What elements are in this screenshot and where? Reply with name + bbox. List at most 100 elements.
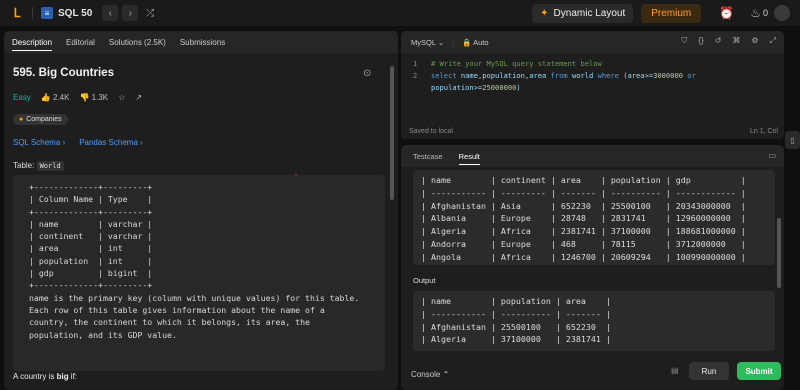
code-editor-panel: MySQL ⌄ | 🔒 Auto ⛉ {} ↺ ⌘ ⚙ ⤢ 1 # Write y… — [401, 31, 784, 139]
alarm-clock-icon[interactable]: ⏰ — [719, 6, 734, 20]
table-name-code: World — [36, 161, 64, 171]
definition-prefix: A country is — [13, 372, 57, 381]
avatar[interactable] — [774, 5, 790, 21]
schema-links: SQL Schema › Pandas Schema › — [13, 138, 143, 147]
code-line-1: 1 # Write your MySQL query statement belo… — [413, 58, 696, 70]
pandas-schema-link[interactable]: Pandas Schema › — [79, 138, 143, 147]
minimize-icon[interactable]: ▭ — [768, 151, 776, 160]
comment: # Write your MySQL query statement below — [431, 59, 602, 68]
input-table: | name | continent | area | population |… — [421, 175, 746, 262]
definition-suffix: if: — [68, 372, 78, 381]
lock-icon: 🔒 — [462, 37, 472, 47]
reset-icon[interactable]: ↺ — [715, 36, 722, 46]
run-button[interactable]: Run — [689, 362, 729, 380]
thumbs-up-icon: 👍 — [40, 93, 51, 102]
auto-mode[interactable]: 🔒 Auto — [462, 38, 488, 47]
problem-list-icon: ≡ — [41, 7, 53, 19]
streak-count: 0 — [762, 8, 768, 18]
note-icon[interactable]: ▤ — [671, 366, 679, 375]
columns: name,population,area — [456, 71, 551, 80]
code-area[interactable]: 1 # Write your MySQL query statement belo… — [413, 58, 696, 94]
like-button[interactable]: 👍 2.4K — [41, 93, 70, 102]
problem-meta: Easy 👍 2.4K 👎 1.3K ☆ ↗ — [13, 93, 142, 102]
share-icon[interactable]: ↗ — [135, 93, 142, 102]
code-line-2: 2 select name,population,area from world … — [413, 70, 696, 82]
divider: | — [452, 37, 455, 47]
gear-icon[interactable]: ⚙ — [751, 36, 758, 46]
cursor-position: Ln 1, Col — [749, 128, 778, 135]
description-scrollbar[interactable] — [390, 66, 394, 200]
companies-label: Companies — [26, 116, 62, 123]
dislike-button[interactable]: 👎 1.3K — [79, 93, 108, 102]
console-toggle[interactable]: Console ⌃ — [411, 370, 449, 379]
note-icon[interactable]: ⊙ — [363, 68, 371, 79]
chevron-down-icon: ⌄ — [437, 37, 445, 47]
schema-text: +-------------+---------+ | Column Name … — [29, 182, 360, 340]
bookmark-icon[interactable]: ⛉ — [681, 36, 687, 46]
like-count: 2.4K — [53, 93, 70, 102]
star-icon[interactable]: ☆ — [118, 93, 125, 102]
kw-select: select — [431, 71, 457, 80]
results-tabs: Testcase Result ▭ — [401, 145, 784, 167]
results-scrollbar[interactable] — [777, 218, 781, 288]
tag-icon: ● — [19, 116, 24, 123]
code-line-2-wrap: population>=25000000) — [413, 82, 696, 94]
notes-side-icon[interactable]: ▯ — [785, 131, 800, 149]
dynamic-layout-button[interactable]: ✦ Dynamic Layout — [532, 3, 634, 23]
tab-testcase[interactable]: Testcase — [413, 152, 443, 161]
tab-editorial[interactable]: Editorial — [66, 38, 95, 47]
output-table-box: | name | population | area | | ---------… — [413, 291, 775, 351]
tab-description[interactable]: Description — [12, 38, 53, 51]
val1: 3000000 — [653, 71, 684, 80]
companies-chip[interactable]: ● Companies — [13, 114, 68, 125]
premium-button[interactable]: Premium — [641, 3, 702, 23]
cond1: (area>= — [618, 71, 654, 80]
table-id: world — [567, 71, 598, 80]
tab-submissions[interactable]: Submissions — [180, 38, 225, 47]
auto-mode-label: Auto — [473, 37, 489, 47]
language-select[interactable]: MySQL ⌄ — [411, 38, 444, 47]
kw-where: where — [597, 71, 619, 80]
chevron-up-icon: ⌃ — [442, 370, 450, 379]
output-table: | name | population | area | | ---------… — [421, 296, 611, 345]
line-number: 2 — [413, 71, 418, 80]
editor-icons: ⛉ {} ↺ ⌘ ⚙ ⤢ — [681, 36, 776, 46]
braces-icon[interactable]: {} — [698, 36, 703, 46]
tab-solutions[interactable]: Solutions (2.5K) — [109, 38, 166, 47]
schema-block: +-------------+---------+ | Column Name … — [13, 175, 385, 371]
sql-schema-link[interactable]: SQL Schema › — [13, 138, 65, 147]
divider — [32, 7, 33, 19]
close-paren: ) — [516, 83, 521, 92]
problem-list-title[interactable]: SQL 50 — [58, 8, 92, 19]
cond2: population>= — [431, 83, 483, 92]
chevron-right-icon: › — [140, 138, 143, 147]
thumbs-down-icon: 👎 — [79, 93, 90, 102]
sparkle-icon: ✦ — [540, 7, 549, 19]
streak-flame-icon[interactable]: ♨ — [750, 6, 761, 20]
problem-title: 595. Big Countries — [13, 67, 114, 79]
saved-status: Saved to local — [409, 128, 453, 135]
prev-problem-button[interactable]: ‹ — [102, 5, 119, 21]
console-label: Console — [411, 370, 441, 379]
pandas-schema-label: Pandas Schema — [79, 138, 138, 147]
description-tabs: Description Editorial Solutions (2.5K) S… — [4, 31, 398, 53]
tab-result[interactable]: Result — [458, 152, 480, 165]
shortcut-icon[interactable]: ⌘ — [732, 36, 740, 46]
leetcode-logo-icon[interactable]: ᒪ — [10, 6, 24, 20]
difficulty-badge: Easy — [13, 93, 31, 102]
submit-button[interactable]: Submit — [737, 362, 781, 380]
big-country-definition: A country is big if: — [13, 372, 77, 381]
val2: 25000000 — [482, 83, 517, 92]
expand-icon[interactable]: ⤢ — [770, 36, 776, 46]
dynamic-layout-label: Dynamic Layout — [553, 7, 626, 19]
results-panel: Testcase Result ▭ | name | continent | a… — [401, 145, 784, 390]
line-number: 1 — [413, 59, 418, 68]
kw-or: or — [683, 71, 696, 80]
table-name-line: Table: World — [13, 161, 64, 171]
input-table-box: | name | continent | area | population |… — [413, 170, 775, 265]
language-label: MySQL — [411, 37, 436, 47]
chevron-right-icon: › — [62, 138, 66, 147]
next-problem-button[interactable]: › — [122, 5, 139, 21]
shuffle-icon[interactable]: ⤮ — [146, 8, 154, 19]
definition-bold: big — [56, 372, 69, 381]
